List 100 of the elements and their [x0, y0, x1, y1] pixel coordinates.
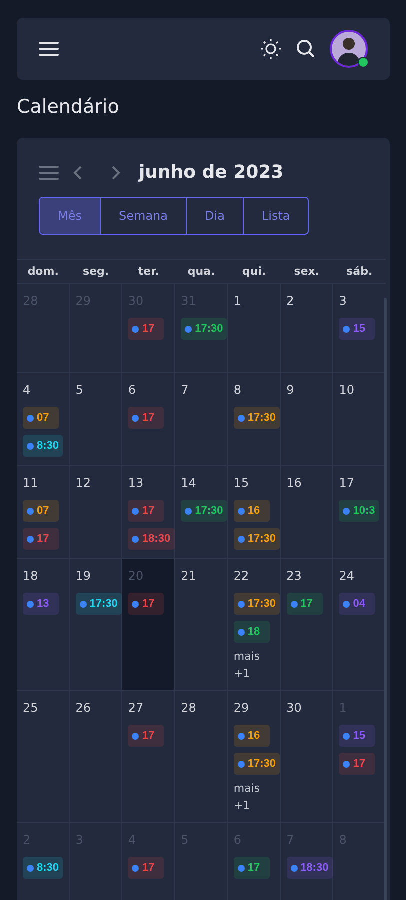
list-icon[interactable] — [39, 164, 59, 180]
day-number: 13 — [128, 476, 144, 490]
view-tab[interactable]: Dia — [186, 198, 243, 234]
day-cell[interactable]: 6 17 — [122, 373, 176, 466]
day-cell[interactable]: 22 17:30 18 mais +1 — [228, 559, 281, 691]
day-number: 24 — [339, 569, 355, 583]
event-chip[interactable]: 18:30 — [128, 528, 175, 550]
event-chip[interactable]: 17 — [128, 318, 164, 340]
event-chip[interactable]: 17 — [339, 753, 376, 775]
day-cell[interactable]: 29 16 17:30 mais +1 — [228, 691, 281, 823]
day-number: 27 — [128, 701, 144, 715]
event-time: 17 — [353, 758, 366, 770]
event-time: 07 — [37, 505, 50, 517]
day-cell[interactable]: 23 17 — [280, 559, 334, 691]
event-chip[interactable]: 10:3 — [339, 500, 380, 522]
menu-icon[interactable] — [39, 41, 59, 57]
event-chip[interactable]: 8:30 — [23, 857, 64, 879]
event-chip[interactable]: 17 — [128, 407, 164, 429]
event-chip[interactable]: 17:30 — [234, 407, 280, 429]
view-tab[interactable]: Lista — [242, 198, 308, 234]
event-time: 07 — [37, 412, 50, 424]
day-cell[interactable]: 25 — [17, 691, 70, 823]
event-chip[interactable]: 16 — [234, 500, 270, 522]
month-title: junho de 2023 — [139, 162, 284, 183]
weekday-label: sex. — [280, 260, 334, 284]
event-time: 17 — [142, 598, 155, 610]
event-chip[interactable]: 15 — [339, 725, 376, 747]
day-cell[interactable]: 16 — [280, 466, 334, 559]
event-chip[interactable]: 17:30 — [234, 593, 280, 615]
more-link[interactable]: mais +1 — [234, 781, 264, 814]
event-time: 04 — [353, 598, 366, 610]
event-chip[interactable]: 15 — [339, 318, 376, 340]
event-chip[interactable]: 8:30 — [23, 435, 64, 457]
next-icon[interactable] — [111, 164, 121, 180]
day-cell[interactable]: 5 — [70, 373, 122, 466]
more-link[interactable]: mais +1 — [234, 649, 264, 682]
day-number: 19 — [76, 569, 91, 583]
event-chip[interactable]: 04 — [339, 593, 376, 615]
event-chip[interactable]: 17 — [23, 528, 59, 550]
event-time: 17:30 — [248, 533, 276, 545]
day-number: 23 — [286, 569, 302, 583]
day-cell[interactable]: 27 17 — [122, 691, 176, 823]
day-cell[interactable]: 20 17 — [122, 559, 176, 691]
day-cell[interactable]: 26 — [70, 691, 122, 823]
day-number: 1 — [234, 294, 242, 308]
event-time: 17 — [142, 730, 155, 742]
event-chip[interactable]: 17 — [128, 500, 164, 522]
search-icon[interactable] — [296, 39, 316, 59]
event-time: 17 — [37, 533, 50, 545]
event-time: 18:30 — [142, 533, 171, 545]
event-chip[interactable]: 16 — [234, 725, 270, 747]
event-chip[interactable]: 17:30 — [181, 318, 228, 340]
day-cell[interactable]: 7 — [175, 373, 228, 466]
event-chip[interactable]: 17 — [128, 593, 164, 615]
event-chip[interactable]: 17 — [234, 857, 270, 879]
previous-icon[interactable] — [73, 164, 83, 180]
day-cell[interactable]: 11 07 17 — [17, 466, 70, 559]
day-number: 22 — [234, 569, 250, 583]
avatar[interactable] — [330, 30, 368, 68]
day-number: 20 — [128, 569, 144, 583]
event-time: 8:30 — [37, 862, 60, 874]
event-chip[interactable]: 17:30 — [234, 753, 280, 775]
event-chip[interactable]: 17:30 — [181, 500, 228, 522]
day-cell[interactable]: 2 — [280, 284, 334, 373]
weekday-label: ter. — [122, 260, 176, 284]
day-number: 17 — [339, 476, 355, 490]
day-cell[interactable]: 30 — [280, 691, 334, 823]
day-cell[interactable]: 4 07 8:30 — [17, 373, 70, 466]
day-cell[interactable]: 15 16 17:30 — [228, 466, 281, 559]
day-number: 26 — [76, 701, 91, 715]
weekday-label: qui. — [228, 260, 281, 284]
event-chip[interactable]: 17:30 — [234, 528, 280, 550]
day-number: 14 — [181, 476, 196, 490]
day-number: 12 — [76, 476, 91, 490]
day-cell[interactable]: 12 — [70, 466, 122, 559]
event-chip[interactable]: 07 — [23, 407, 59, 429]
day-number: 25 — [23, 701, 38, 715]
event-chip[interactable]: 18 — [234, 621, 270, 643]
day-cell[interactable]: 13 17 18:30 — [122, 466, 176, 559]
event-chip[interactable]: 07 — [23, 500, 59, 522]
event-time: 17 — [142, 862, 155, 874]
event-chip[interactable]: 18:30 — [286, 857, 333, 879]
day-cell[interactable]: 28 — [175, 691, 228, 823]
day-cell[interactable]: 8 17:30 — [228, 373, 281, 466]
event-chip[interactable]: 17 — [128, 857, 164, 879]
weekday-label: qua. — [175, 260, 228, 284]
day-cell[interactable]: 1 — [228, 284, 281, 373]
day-cell[interactable]: 9 — [280, 373, 334, 466]
sun-icon[interactable] — [260, 38, 282, 60]
day-cell[interactable]: 21 — [175, 559, 228, 691]
view-tab[interactable]: Mês — [40, 198, 100, 234]
event-chip[interactable]: 17 — [286, 593, 323, 615]
day-cell[interactable]: 14 17:30 — [175, 466, 228, 559]
event-chip[interactable]: 17 — [128, 725, 164, 747]
event-time: 15 — [353, 323, 366, 335]
day-number: 30 — [286, 701, 302, 715]
event-chip[interactable]: 17:30 — [76, 593, 122, 615]
day-cell[interactable]: 18 13 — [17, 559, 70, 691]
view-tab[interactable]: Semana — [100, 198, 186, 234]
event-chip[interactable]: 13 — [23, 593, 59, 615]
